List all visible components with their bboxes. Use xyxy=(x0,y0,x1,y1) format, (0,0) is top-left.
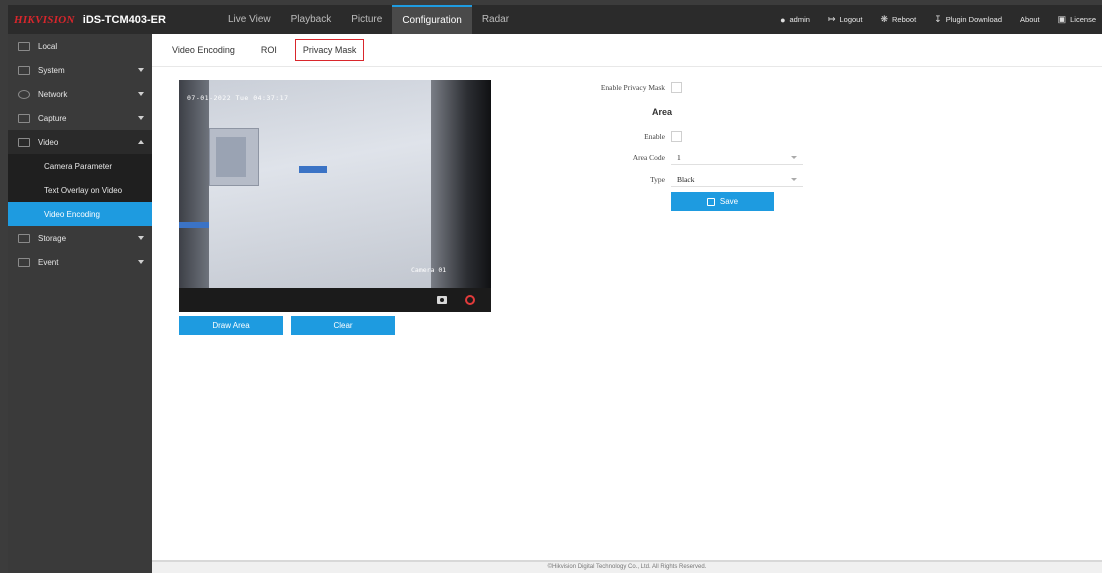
chevron-down-icon xyxy=(138,68,144,72)
chevron-down-icon xyxy=(138,116,144,120)
right-menu: ● admin ↦ Logout ❋ Reboot ↧ Plugin Download … xyxy=(762,5,1102,34)
sidebar-item-network[interactable]: Network xyxy=(8,82,152,106)
sidebar-item-storage[interactable]: Storage xyxy=(8,226,152,250)
sidebar-item-system[interactable]: System xyxy=(8,58,152,82)
video-scene-bar xyxy=(179,222,209,228)
type-row: Type Black xyxy=(572,172,803,187)
user-label: admin xyxy=(789,15,810,24)
system-icon xyxy=(18,65,30,75)
nav-configuration[interactable]: Configuration xyxy=(392,5,472,34)
brand: HIKVISION iDS-TCM403-ER xyxy=(8,14,208,26)
type-value: Black xyxy=(677,174,695,184)
nav-live-view[interactable]: Live View xyxy=(218,5,281,34)
sidebar-item-event[interactable]: Event xyxy=(8,250,152,274)
video-submenu: Camera Parameter Text Overlay on Video V… xyxy=(8,154,152,226)
about-label: About xyxy=(1020,15,1040,24)
camera-icon[interactable] xyxy=(437,296,447,304)
logout-label: Logout xyxy=(839,15,863,24)
video-shade-left xyxy=(179,80,209,288)
monitor-icon xyxy=(18,41,30,51)
type-label: Type xyxy=(650,175,665,184)
event-icon xyxy=(18,257,30,267)
nav-playback[interactable]: Playback xyxy=(281,5,342,34)
video-preview[interactable]: 07-01-2022 Tue 04:37:17 Camera 01 xyxy=(179,80,491,312)
hikvision-logo: HIKVISION xyxy=(14,13,75,26)
chevron-down-icon xyxy=(138,92,144,96)
osd-timestamp: 07-01-2022 Tue 04:37:17 xyxy=(187,94,289,102)
tab-video-encoding[interactable]: Video Encoding xyxy=(172,45,235,55)
sidebar-label: Local xyxy=(38,41,58,51)
license-label: License xyxy=(1070,15,1096,24)
sidebar-label: Storage xyxy=(38,233,67,243)
reboot-icon: ❋ xyxy=(880,14,888,24)
video-scene-button xyxy=(299,166,327,173)
sidebar-item-local[interactable]: Local xyxy=(8,34,152,58)
nav-picture[interactable]: Picture xyxy=(341,5,392,34)
osd-camera-name: Camera 01 xyxy=(411,266,447,274)
logout-button[interactable]: ↦ Logout xyxy=(828,14,863,25)
enable-row: Enable xyxy=(572,131,682,142)
device-model: iDS-TCM403-ER xyxy=(82,13,166,26)
sidebar-label: System xyxy=(38,65,65,75)
chevron-up-icon xyxy=(138,140,144,144)
video-frame: 07-01-2022 Tue 04:37:17 Camera 01 xyxy=(179,80,491,288)
area-code-select[interactable]: 1 xyxy=(671,150,803,165)
sidebar-item-video-encoding[interactable]: Video Encoding xyxy=(8,202,152,226)
storage-icon xyxy=(18,233,30,243)
download-icon: ↧ xyxy=(934,14,942,24)
user-icon: ● xyxy=(780,14,786,25)
main-nav: Live View Playback Picture Configuration… xyxy=(218,5,519,34)
sub-tabs: Video Encoding ROI Privacy Mask xyxy=(152,34,1102,67)
video-icon xyxy=(18,137,30,147)
area-code-value: 1 xyxy=(677,152,681,162)
video-scene-window xyxy=(209,128,259,186)
about-button[interactable]: About xyxy=(1020,15,1040,24)
enable-label: Enable xyxy=(644,132,665,141)
sidebar-label: Event xyxy=(38,257,59,267)
top-bar: HIKVISION iDS-TCM403-ER Live View Playba… xyxy=(8,5,1102,34)
plugin-label: Plugin Download xyxy=(945,15,1003,24)
sidebar-item-capture[interactable]: Capture xyxy=(8,106,152,130)
enable-privacy-mask-row: Enable Privacy Mask xyxy=(572,82,682,93)
network-icon xyxy=(18,89,30,99)
record-icon[interactable] xyxy=(465,295,475,305)
sidebar-label: Capture xyxy=(38,113,67,123)
chevron-down-icon xyxy=(138,260,144,264)
reboot-label: Reboot xyxy=(891,15,917,24)
enable-checkbox[interactable] xyxy=(671,131,682,142)
chevron-down-icon xyxy=(791,177,797,181)
user-menu[interactable]: ● admin xyxy=(780,15,810,25)
sidebar-item-camera-parameter[interactable]: Camera Parameter xyxy=(8,154,152,178)
main-panel: Video Encoding ROI Privacy Mask 07-01-20… xyxy=(152,34,1102,568)
save-button[interactable]: Save xyxy=(671,192,774,211)
save-icon xyxy=(706,197,715,206)
enable-privacy-mask-checkbox[interactable] xyxy=(671,82,682,93)
area-code-row: Area Code 1 xyxy=(572,150,803,165)
tab-roi[interactable]: ROI xyxy=(261,45,277,55)
plugin-download-button[interactable]: ↧ Plugin Download xyxy=(934,14,1002,25)
license-button[interactable]: ▣ License xyxy=(1058,14,1096,25)
capture-icon xyxy=(18,113,30,123)
tab-privacy-mask[interactable]: Privacy Mask xyxy=(294,39,365,61)
chevron-down-icon xyxy=(138,236,144,240)
sidebar-item-video[interactable]: Video xyxy=(8,130,152,154)
sidebar-label: Network xyxy=(38,89,68,99)
area-code-label: Area Code xyxy=(632,153,665,162)
type-select[interactable]: Black xyxy=(671,172,803,187)
sidebar: Local System Network Capture Video Camer… xyxy=(8,34,152,573)
license-icon: ▣ xyxy=(1057,14,1067,24)
footer-copyright: ©Hikvision Digital Technology Co., Ltd. … xyxy=(152,562,1102,573)
enable-privacy-mask-label: Enable Privacy Mask xyxy=(600,83,665,92)
nav-radar[interactable]: Radar xyxy=(472,5,519,34)
chevron-down-icon xyxy=(791,155,797,159)
logout-icon: ↦ xyxy=(827,14,836,24)
sidebar-item-text-overlay[interactable]: Text Overlay on Video xyxy=(8,178,152,202)
reboot-button[interactable]: ❋ Reboot xyxy=(880,14,916,25)
draw-area-button[interactable]: Draw Area xyxy=(179,316,283,335)
save-label: Save xyxy=(719,197,739,206)
clear-button[interactable]: Clear xyxy=(291,316,395,335)
sidebar-label: Video xyxy=(38,137,59,147)
area-title: Area xyxy=(651,107,672,117)
video-shade-right xyxy=(431,80,491,288)
